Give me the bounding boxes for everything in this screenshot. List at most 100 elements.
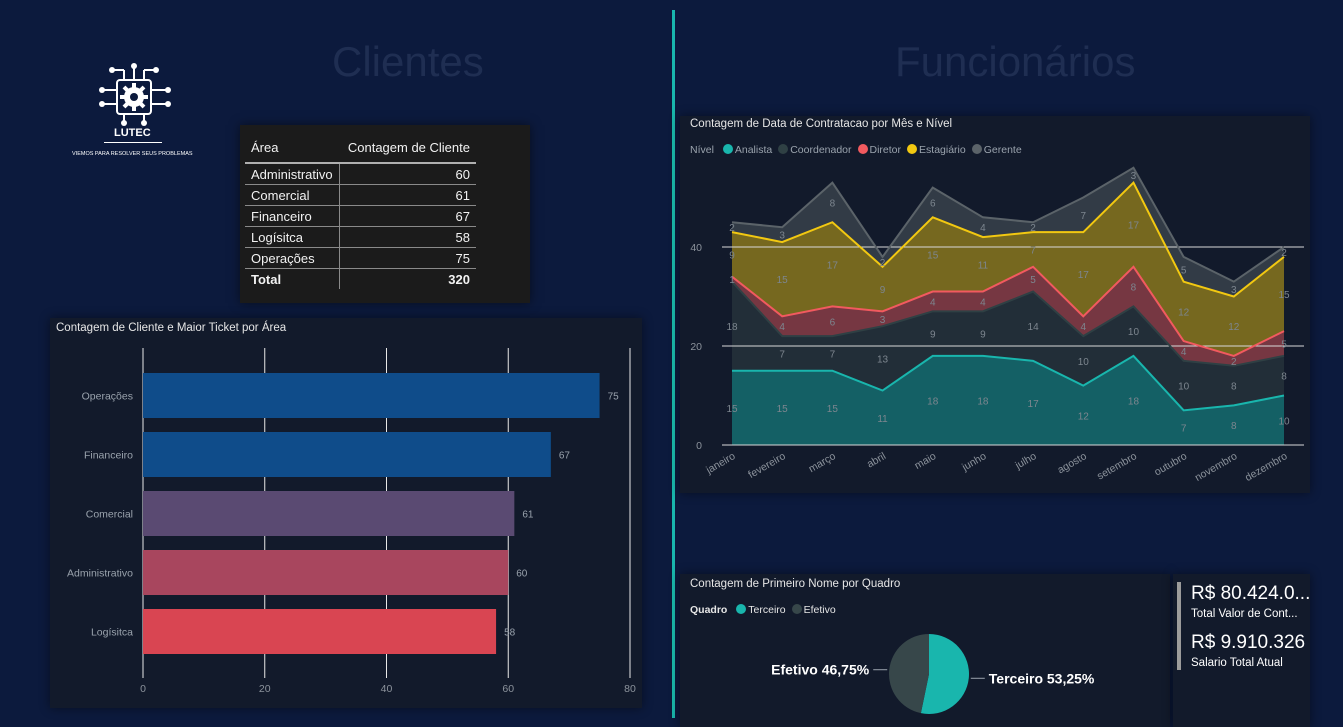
data-label: 18 [726, 322, 738, 333]
data-label: 18 [1128, 396, 1140, 407]
data-label: 8 [830, 198, 836, 209]
data-label: 9 [880, 285, 886, 296]
data-label: 7 [830, 349, 836, 360]
bar-data-label: 67 [559, 451, 571, 462]
y-category-label: Operações [82, 391, 133, 403]
y-tick-label: 40 [690, 242, 702, 254]
data-label: 5 [1181, 265, 1187, 276]
data-label: 3 [880, 315, 886, 326]
x-tick-label: janeiro [703, 450, 737, 477]
y-category-label: Comercial [86, 509, 133, 521]
data-label: 3 [779, 231, 785, 242]
x-tick-label: dezembro [1243, 450, 1290, 484]
data-label: 7 [1080, 211, 1086, 222]
bar-data-label: 61 [522, 510, 534, 521]
data-label: 9 [729, 250, 735, 261]
data-label: 7 [779, 349, 785, 360]
data-label: 17 [1028, 399, 1040, 410]
kpi-salary-total-label: Salario Total Atual [1191, 657, 1283, 669]
data-label: 14 [1028, 322, 1040, 333]
data-label: 8 [1131, 283, 1137, 294]
bar-data-label: 58 [504, 628, 516, 639]
data-label: 4 [1181, 347, 1187, 358]
data-label: 3 [1131, 171, 1137, 182]
data-label: 12 [1078, 411, 1090, 422]
y-category-label: Financeiro [84, 450, 133, 462]
data-label: 8 [1231, 382, 1237, 393]
data-label: 9 [980, 330, 986, 341]
x-tick-label: outubro [1152, 450, 1189, 478]
data-label: 13 [877, 354, 889, 365]
data-label: 10 [1078, 357, 1090, 368]
pie-slice [888, 634, 929, 714]
y-tick-label: 0 [696, 440, 702, 452]
bar-data-label: 75 [608, 392, 620, 403]
data-label: 2 [1030, 223, 1036, 234]
data-label: 7 [1030, 245, 1036, 256]
pie-chart: Terceiro 53,25% Efetivo 46,75% [771, 634, 1095, 714]
kpi-total-contract-value: R$ 80.424.0... [1191, 583, 1311, 604]
kpi-salary-total-value: R$ 9.910.326 [1191, 632, 1306, 653]
x-tick-label: 0 [140, 683, 146, 695]
x-tick-label: março [807, 450, 838, 475]
data-label: 8 [1231, 421, 1237, 432]
bar [143, 373, 600, 418]
data-label: 4 [980, 223, 986, 234]
y-category-label: Administrativo [67, 568, 133, 580]
data-label: 11 [978, 260, 989, 271]
data-label: 5 [1030, 275, 1036, 286]
data-label: 18 [927, 396, 939, 407]
x-tick-label: 60 [502, 683, 514, 695]
x-tick-label: 80 [624, 683, 636, 695]
x-tick-label: setembro [1095, 450, 1139, 482]
data-label: 15 [777, 275, 789, 286]
y-category-label: Logísitca [91, 627, 133, 639]
x-tick-label: 20 [259, 683, 271, 695]
x-tick-label: julho [1013, 450, 1039, 472]
bar [143, 491, 515, 536]
data-label: 4 [930, 297, 936, 308]
data-label: 12 [1228, 322, 1240, 333]
kpi-accent-bar [1177, 582, 1181, 670]
bar [143, 432, 551, 477]
data-label: 17 [1128, 221, 1140, 232]
data-label: 2 [1281, 248, 1287, 259]
bar-chart: 0 20 40 60 80 Operações 75 Financeiro 67 Comercia… [67, 348, 636, 695]
data-label: 10 [1178, 382, 1190, 393]
x-tick-label: junho [959, 450, 988, 474]
pie-data-label: Efetivo 46,75% [771, 662, 870, 678]
bar-data-label: 60 [516, 569, 528, 580]
data-label: 11 [877, 414, 888, 425]
data-label: 6 [830, 317, 836, 328]
data-label: 15 [927, 250, 939, 261]
data-label: 15 [726, 404, 738, 415]
y-tick-label: 20 [690, 341, 702, 353]
data-label: 2 [729, 223, 735, 234]
data-label: 2 [880, 258, 886, 269]
data-label: 17 [827, 260, 839, 271]
data-label: 15 [777, 404, 789, 415]
data-label: 3 [1231, 285, 1237, 296]
x-tick-label: agosto [1055, 450, 1088, 476]
bar [143, 609, 497, 654]
data-label: 15 [827, 404, 839, 415]
x-tick-label: fevereiro [746, 450, 788, 481]
data-label: 10 [1128, 327, 1140, 338]
x-tick-label: novembro [1193, 450, 1240, 484]
data-label: 12 [1178, 307, 1190, 318]
data-label: 5 [1281, 340, 1287, 351]
bar [143, 550, 509, 595]
data-label: 10 [1278, 416, 1290, 427]
kpi-total-contract-label: Total Valor de Cont... [1191, 608, 1298, 620]
data-label: 6 [930, 198, 936, 209]
data-label: 7 [1181, 424, 1187, 435]
data-label: 1 [729, 275, 735, 286]
x-tick-label: 40 [381, 683, 393, 695]
data-label: 2 [1231, 357, 1237, 368]
data-label: 4 [1080, 322, 1086, 333]
x-tick-label: maio [913, 450, 939, 472]
data-label: 8 [1281, 372, 1287, 383]
data-label: 9 [930, 330, 936, 341]
x-tick-label: abril [865, 450, 888, 470]
pie-data-label: Terceiro 53,25% [989, 670, 1095, 686]
